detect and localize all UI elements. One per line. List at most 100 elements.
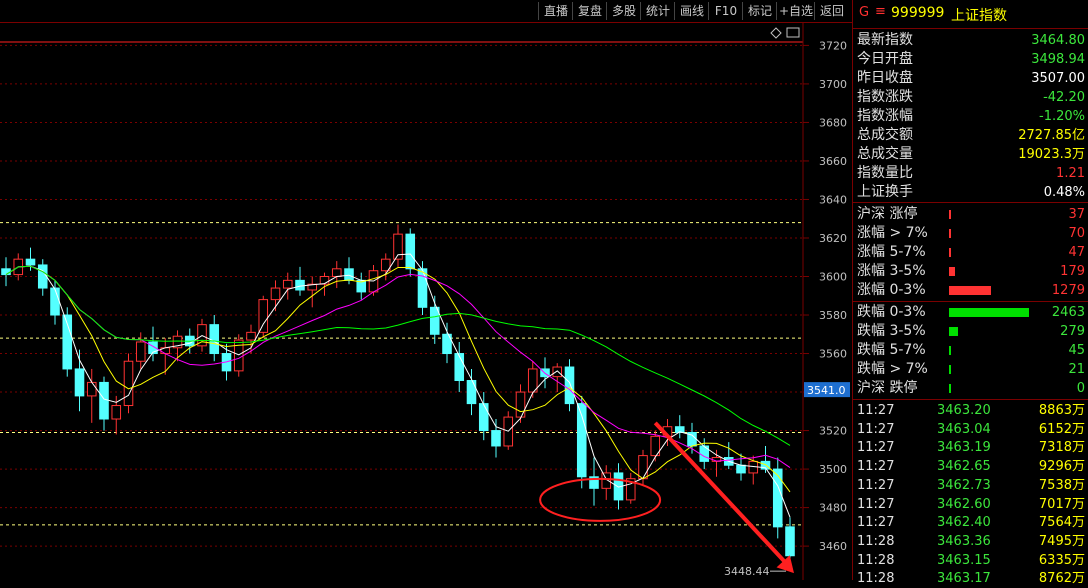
candle-body — [344, 268, 354, 281]
distribution-count: 179 — [1060, 264, 1085, 279]
distribution-count: 1279 — [1051, 283, 1085, 298]
tick-row[interactable]: 11:27 3462.60 7017万 — [857, 495, 1085, 514]
tick-row[interactable]: 11:27 3463.20 8863万 — [857, 401, 1085, 420]
toolbar-button-1[interactable]: 复盘 — [572, 2, 607, 20]
divider — [853, 202, 1088, 203]
tick-volume: 9296万 — [1038, 459, 1085, 475]
distribution-row: 涨幅 > 7% 70 — [857, 224, 1085, 243]
distribution-row: 涨幅 3-5% 179 — [857, 262, 1085, 281]
tick-time: 11:27 — [857, 496, 895, 512]
y-tick-label: 3460 — [819, 540, 847, 553]
distribution-label: 涨幅 3-5% — [857, 263, 926, 279]
tick-row[interactable]: 11:27 3463.19 7318万 — [857, 438, 1085, 457]
candle-body — [417, 268, 428, 308]
candle-body — [552, 366, 563, 378]
tick-row[interactable]: 11:27 3462.40 7564万 — [857, 513, 1085, 532]
quote-row: 指数量比 1.21 — [857, 164, 1085, 183]
toolbar-button-0[interactable]: 直播 — [538, 2, 573, 20]
divider — [853, 399, 1088, 400]
distribution-bar — [949, 365, 951, 374]
quote-value: -42.20 — [1043, 90, 1085, 105]
tick-price: 3463.19 — [937, 440, 991, 456]
toolbar-button-5[interactable]: F10 — [708, 2, 743, 20]
y-tick-label: 3580 — [819, 309, 847, 322]
tick-volume: 7538万 — [1038, 477, 1085, 493]
candle-body — [135, 341, 146, 362]
candle-body — [527, 368, 538, 393]
tick-volume: 8863万 — [1038, 403, 1085, 418]
quote-label: 总成交额 — [857, 127, 913, 143]
candle-body — [246, 331, 256, 341]
candle-body — [785, 526, 795, 557]
toolbar-button-3[interactable]: 统计 — [640, 2, 675, 20]
quote-row: 总成交额 2727.85亿 — [857, 126, 1085, 145]
toolbar-button-6[interactable]: 标记 — [742, 2, 777, 20]
tick-row[interactable]: 11:27 3462.65 9296万 — [857, 457, 1085, 476]
kline-chart[interactable]: 3720370036803660364036203600358035603540… — [0, 0, 852, 580]
current-price-label: 3541.0 — [807, 384, 846, 397]
candle-body — [478, 403, 489, 432]
toolbar-button-7[interactable]: +自选 — [776, 2, 815, 20]
quote-row: 上证换手 0.48% — [857, 183, 1085, 202]
tick-row[interactable]: 11:27 3462.73 7538万 — [857, 476, 1085, 495]
toolbar-button-2[interactable]: 多股 — [606, 2, 641, 20]
panel-toggle-icon[interactable] — [786, 27, 800, 38]
tick-price: 3462.65 — [937, 459, 991, 475]
tick-time: 11:27 — [857, 459, 895, 475]
candle-body — [295, 279, 305, 291]
tick-volume: 6335万 — [1038, 552, 1085, 568]
group-label[interactable]: G — [859, 5, 869, 20]
candle-body — [99, 381, 109, 420]
candle-body — [454, 353, 465, 381]
distribution-bar — [949, 248, 951, 257]
distribution-count: 21 — [1068, 362, 1085, 377]
tick-time: 11:28 — [857, 552, 895, 568]
diamond-icon[interactable] — [770, 27, 782, 39]
distribution-label: 跌幅 > 7% — [857, 361, 928, 377]
candle-body — [209, 324, 220, 355]
toolbar-button-4[interactable]: 画线 — [674, 2, 709, 20]
quote-value: 2727.85亿 — [1018, 128, 1085, 143]
kline-chart-area[interactable]: 3720370036803660364036203600358035603540… — [0, 0, 852, 580]
tick-row[interactable]: 11:28 3463.17 8762万 — [857, 569, 1085, 588]
quote-label: 指数量比 — [857, 165, 913, 181]
tick-row[interactable]: 11:28 3463.36 7495万 — [857, 532, 1085, 551]
distribution-label: 跌幅 5-7% — [857, 342, 926, 358]
distribution-bar — [949, 327, 959, 336]
quote-label: 指数涨幅 — [857, 108, 913, 124]
quote-value: 3507.00 — [1031, 71, 1085, 86]
tick-price: 3462.73 — [937, 477, 991, 493]
candle-body — [601, 472, 612, 489]
tick-row[interactable]: 11:28 3463.15 6335万 — [857, 551, 1085, 570]
candle-body — [405, 233, 416, 270]
distribution-row: 涨幅 5-7% 47 — [857, 243, 1085, 262]
candle-body — [515, 391, 526, 418]
distribution-label: 沪深 跌停 — [857, 380, 918, 396]
distribution-row: 跌幅 > 7% 21 — [857, 360, 1085, 379]
tick-price: 3463.36 — [937, 533, 991, 549]
menu-icon[interactable]: ≡ — [875, 4, 886, 19]
y-tick-label: 3660 — [819, 155, 847, 168]
y-tick-label: 3680 — [819, 116, 847, 129]
y-tick-label: 3560 — [819, 348, 847, 361]
y-tick-label: 3500 — [819, 463, 847, 476]
candle-body — [282, 279, 293, 289]
tick-volume: 8762万 — [1038, 571, 1085, 587]
quote-value: 1.21 — [1056, 166, 1085, 181]
candle-body — [50, 287, 60, 316]
quote-label: 总成交量 — [857, 146, 913, 162]
toolbar-button-8[interactable]: 返回 — [814, 2, 849, 20]
quote-value: 3464.80 — [1031, 33, 1085, 48]
divider — [853, 301, 1088, 302]
tick-price: 3463.04 — [937, 421, 991, 437]
tick-row[interactable]: 11:27 3463.04 6152万 — [857, 420, 1085, 439]
quote-value: -1.20% — [1039, 109, 1085, 124]
distribution-bar — [949, 346, 951, 355]
distribution-count: 47 — [1068, 245, 1085, 260]
y-tick-label: 3600 — [819, 271, 847, 284]
distribution-label: 涨幅 5-7% — [857, 244, 926, 260]
tick-time: 11:27 — [857, 515, 895, 531]
candle-body — [564, 366, 575, 405]
quote-panel: G ≡ 999999 上证指数 最新指数 3464.80 今日开盘 3498.94 昨日… — [852, 0, 1088, 586]
tick-time: 11:27 — [857, 477, 895, 493]
